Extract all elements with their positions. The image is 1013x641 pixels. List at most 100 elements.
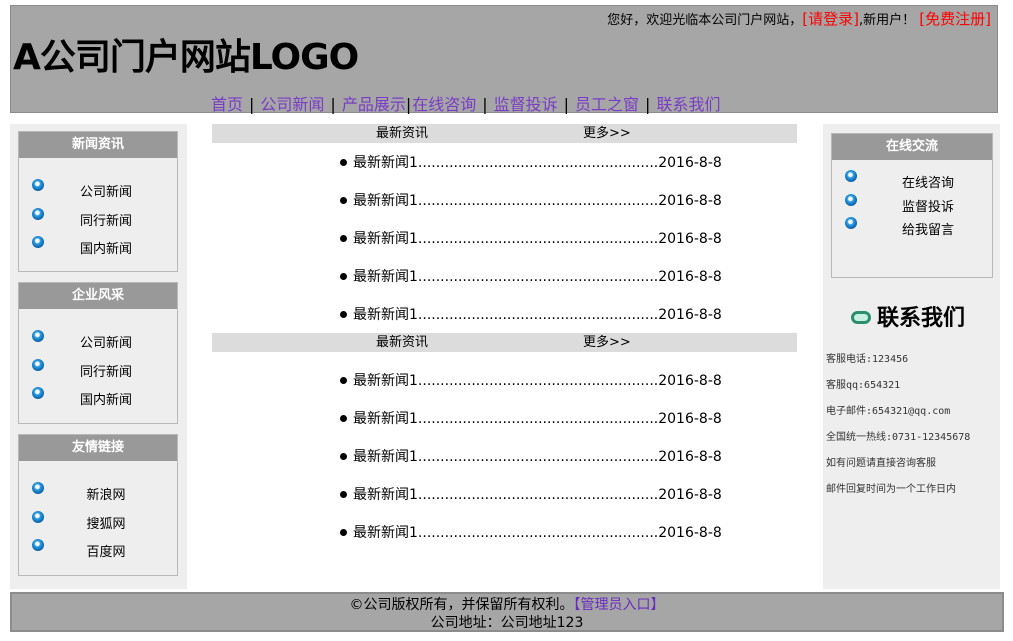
copyright-text: ©公司版权所有，并保留所有权利。 (349, 597, 574, 613)
news-title[interactable]: 最新新闻1 (353, 231, 418, 247)
friend-links-box: 友情链接 新浪网 搜狐网 百度网 (18, 434, 178, 576)
nav-separator: | (645, 95, 651, 114)
sidebar-item[interactable]: 新浪网 (19, 476, 177, 505)
news-item[interactable]: 最新新闻1...................................… (212, 257, 797, 295)
sidebar-item-label[interactable]: 国内新闻 (9, 238, 167, 257)
contact-qq: 客服qq:654321 (826, 380, 901, 391)
news-date: 2016-8-8 (658, 411, 722, 427)
site-logo[interactable]: A公司门户网站LOGO (13, 28, 359, 80)
welcome-text: 您好，欢迎光临本公司门户网站， (607, 13, 803, 28)
sidebar-item[interactable]: 国内新闻 (19, 230, 177, 259)
sidebar-item-label[interactable]: 公司新闻 (9, 181, 167, 200)
box-title: 在线交流 (832, 134, 992, 160)
news-title[interactable]: 最新新闻1 (353, 411, 418, 427)
bullet-dot-icon (340, 234, 347, 242)
contact-phone: 客服电话:123456 (826, 354, 909, 365)
news-item[interactable]: 最新新闻1...................................… (212, 361, 797, 399)
sidebar-item-label[interactable]: 百度网 (9, 541, 167, 560)
company-style-box: 企业风采 公司新闻 同行新闻 国内新闻 (18, 282, 178, 424)
news-leader: ........................................… (417, 487, 659, 503)
section-title: 最新资讯 (376, 335, 429, 350)
news-leader: ........................................… (417, 193, 659, 209)
news-title[interactable]: 最新新闻1 (353, 525, 418, 541)
news-leader: ........................................… (417, 231, 659, 247)
sidebar-item[interactable]: 同行新闻 (19, 353, 177, 382)
nav-company-news[interactable]: 公司新闻 (260, 95, 324, 114)
nav-separator: | (330, 95, 336, 114)
sidebar-item[interactable]: 国内新闻 (19, 381, 177, 410)
chat-item[interactable]: 监督投诉 (832, 190, 992, 215)
chat-item[interactable]: 给我留言 (832, 213, 992, 238)
news-item[interactable]: 最新新闻1...................................… (212, 295, 797, 333)
news-item[interactable]: 最新新闻1...................................… (212, 437, 797, 475)
admin-link[interactable]: 【管理员入口】 (574, 597, 665, 613)
more-link[interactable]: 更多>> (583, 333, 631, 352)
news-date: 2016-8-8 (658, 269, 722, 285)
contact-title-text: 联系我们 (877, 306, 966, 331)
news-date: 2016-8-8 (658, 487, 722, 503)
bullet-dot-icon (340, 376, 347, 384)
news-item[interactable]: 最新新闻1...................................… (212, 399, 797, 437)
news-title[interactable]: 最新新闻1 (353, 307, 418, 323)
news-title[interactable]: 最新新闻1 (353, 155, 418, 171)
chat-item-label[interactable]: 给我留言 (902, 219, 954, 238)
nav-online-consult[interactable]: 在线咨询 (412, 95, 476, 114)
news-item[interactable]: 最新新闻1...................................… (212, 219, 797, 257)
contact-email: 电子邮件:654321@qq.com (826, 406, 951, 417)
sidebar-item-label[interactable]: 国内新闻 (9, 389, 167, 408)
sidebar-item[interactable]: 同行新闻 (19, 202, 177, 231)
contact-list: 客服电话:123456 客服qq:654321 电子邮件:654321@qq.c… (826, 350, 970, 506)
nav-complaints[interactable]: 监督投诉 (494, 95, 558, 114)
news-title[interactable]: 最新新闻1 (353, 373, 418, 389)
news-leader: ........................................… (417, 449, 659, 465)
news-title[interactable]: 最新新闻1 (353, 193, 418, 209)
news-item[interactable]: 最新新闻1...................................… (212, 475, 797, 513)
chat-item-label[interactable]: 监督投诉 (902, 196, 954, 215)
sidebar-item-label[interactable]: 搜狐网 (9, 513, 167, 532)
more-link[interactable]: 更多>> (583, 124, 631, 143)
news-list: 最新新闻1...................................… (212, 143, 797, 333)
box-title: 友情链接 (19, 435, 177, 461)
sidebar-item-label[interactable]: 公司新闻 (9, 332, 167, 351)
nav-contact[interactable]: 联系我们 (656, 95, 720, 114)
news-leader: ........................................… (417, 373, 659, 389)
main-content: 最新资讯 更多>> 最新新闻1.........................… (212, 124, 797, 551)
nav-separator: | (563, 95, 570, 114)
news-title[interactable]: 最新新闻1 (353, 487, 418, 503)
bullet-dot-icon (340, 158, 347, 166)
news-date: 2016-8-8 (658, 155, 722, 171)
sidebar-item[interactable]: 百度网 (19, 533, 177, 562)
bullet-icon (845, 217, 857, 229)
news-item[interactable]: 最新新闻1...................................… (212, 513, 797, 551)
contact-reply-time: 邮件回复时间为一个工作日内 (826, 484, 956, 495)
chat-item-label[interactable]: 在线咨询 (902, 172, 954, 191)
left-sidebar: 新闻资讯 公司新闻 同行新闻 国内新闻 企业风采 公司新闻 同行新闻 国内新闻 … (10, 124, 187, 589)
news-leader: ........................................… (417, 525, 659, 541)
news-title[interactable]: 最新新闻1 (353, 269, 418, 285)
bullet-dot-icon (340, 528, 347, 536)
news-item[interactable]: 最新新闻1...................................… (212, 181, 797, 219)
contact-hotline: 全国统一热线:0731-12345678 (826, 432, 971, 443)
news-title[interactable]: 最新新闻1 (353, 449, 418, 465)
nav-staff[interactable]: 员工之窗 (575, 95, 639, 114)
nav-home[interactable]: 首页 (211, 95, 243, 114)
sidebar-item-label[interactable]: 同行新闻 (9, 210, 167, 229)
news-item[interactable]: 最新新闻1...................................… (212, 143, 797, 181)
chat-item[interactable]: 在线咨询 (832, 166, 992, 191)
news-leader: ........................................… (417, 307, 659, 323)
nav-products[interactable]: 产品展示 (342, 95, 406, 114)
nav-separator: | (482, 95, 488, 114)
bullet-dot-icon (340, 196, 347, 204)
sidebar-item[interactable]: 公司新闻 (19, 173, 177, 202)
news-date: 2016-8-8 (658, 307, 722, 323)
sidebar-item-label[interactable]: 同行新闻 (9, 361, 167, 380)
sidebar-item-label[interactable]: 新浪网 (9, 484, 167, 503)
nav-separator: | (405, 95, 412, 114)
new-user-text: ,新用户！ (859, 13, 916, 28)
welcome-bar: 您好，欢迎光临本公司门户网站，[请登录],新用户！ [免费注册] (607, 8, 991, 29)
news-leader: ........................................… (417, 155, 659, 171)
sidebar-item[interactable]: 搜狐网 (19, 505, 177, 534)
login-link[interactable]: [请登录] (802, 10, 859, 28)
sidebar-item[interactable]: 公司新闻 (19, 324, 177, 353)
register-link[interactable]: [免费注册] (919, 10, 991, 28)
